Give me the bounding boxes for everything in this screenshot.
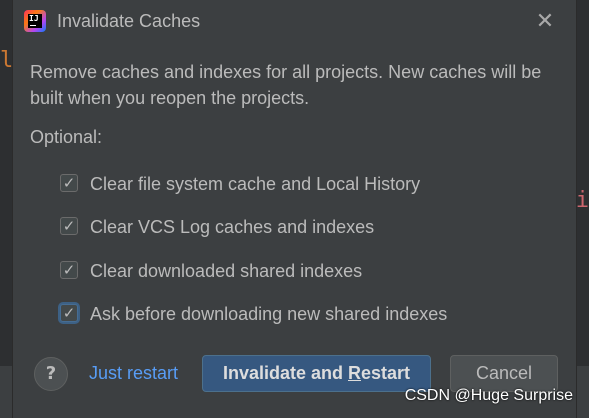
dialog-titlebar[interactable]: IJ Invalidate Caches ✕	[13, 0, 576, 44]
button-label-part: estart	[361, 363, 411, 383]
checkbox-clear-vcs-log-caches[interactable]: ✓	[60, 217, 78, 235]
just-restart-link[interactable]: Just restart	[89, 363, 178, 384]
invalidate-caches-dialog: IJ Invalidate Caches ✕ Remove caches and…	[12, 0, 577, 418]
background-code-glyph: i	[575, 188, 589, 213]
option-label: Clear file system cache and Local Histor…	[90, 174, 421, 194]
checkbox-clear-file-system-cache[interactable]: ✓	[60, 174, 78, 192]
option-label: Clear VCS Log caches and indexes	[90, 217, 375, 237]
watermark-text: CSDN @Huge Surprise	[404, 387, 573, 404]
intellij-logo-icon: IJ	[24, 10, 46, 32]
checkbox-ask-before-downloading[interactable]: ✓	[60, 304, 78, 322]
dialog-description: Remove caches and indexes for all projec…	[30, 62, 542, 108]
checkbox-clear-downloaded-shared-indexes[interactable]: ✓	[60, 261, 78, 279]
option-label: Ask before downloading new shared indexe…	[90, 304, 448, 324]
button-label-part: Invalidate and	[222, 363, 348, 383]
dialog-title: Invalidate Caches	[57, 11, 201, 31]
optional-label: Optional:	[30, 127, 103, 147]
button-mnemonic: R	[348, 363, 361, 383]
invalidate-and-restart-button[interactable]: Invalidate and Restart	[202, 355, 431, 392]
close-icon[interactable]: ✕	[531, 8, 559, 36]
help-icon[interactable]: ?	[34, 357, 68, 391]
option-label: Clear downloaded shared indexes	[90, 261, 363, 281]
